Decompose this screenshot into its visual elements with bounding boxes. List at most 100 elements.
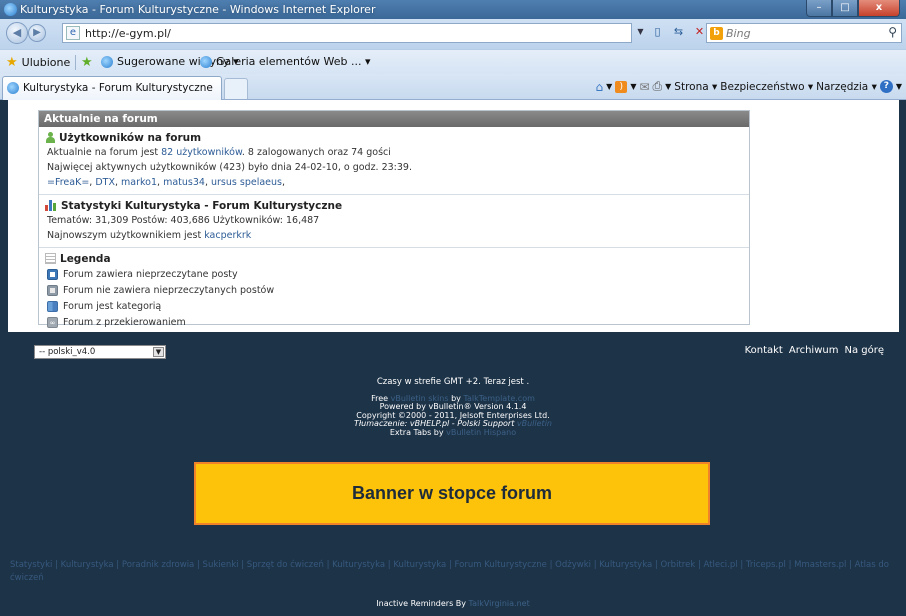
chevron-down-icon[interactable]: ▼	[665, 82, 671, 91]
back-button[interactable]: ◀	[6, 22, 28, 44]
forum-category-icon	[47, 300, 58, 312]
new-tab-button[interactable]	[224, 78, 248, 99]
mail-icon[interactable]: ✉	[639, 80, 649, 94]
newest-member-link[interactable]: kacperkrk	[204, 230, 251, 241]
talkvirginia-link[interactable]: TalkVirginia.net	[469, 599, 530, 608]
search-field[interactable]: b Bing ⚲	[706, 23, 902, 43]
forum-new-posts-icon	[47, 268, 58, 280]
chevron-down-icon[interactable]: ▼	[153, 347, 164, 357]
rss-icon[interactable]: )	[615, 80, 628, 93]
users-online-title: Użytkowników na forum	[45, 130, 749, 145]
seo-link[interactable]: Triceps.pl	[746, 560, 786, 570]
users-count-link[interactable]: 82 użytkowników	[161, 147, 242, 158]
online-user-link[interactable]: =FreaK=	[47, 177, 89, 188]
close-button[interactable]: x	[858, 0, 900, 17]
top-link[interactable]: Na górę	[844, 345, 884, 356]
forward-button[interactable]: ▶	[28, 24, 46, 42]
language-value: -- polski_v4.0	[39, 347, 96, 357]
users-record: Najwięcej aktywnych użytkowników (423) b…	[47, 162, 412, 173]
chevron-down-icon[interactable]: ▼	[606, 82, 612, 91]
safety-menu[interactable]: Bezpieczeństwo ▾	[720, 81, 813, 93]
seo-link[interactable]: Kulturystyka	[599, 560, 652, 570]
online-user-link[interactable]: marko1	[121, 177, 157, 188]
seo-link[interactable]: Forum Kulturystyczne	[455, 560, 547, 570]
statistics-heading: Statystyki Kulturystyka - Forum Kulturys…	[61, 199, 343, 212]
compatibility-view-icon[interactable]: ▯	[649, 24, 666, 41]
legend-title: Legenda	[45, 251, 749, 266]
print-icon[interactable]: ⎙	[653, 79, 663, 94]
newest-member-prefix: Najnowszym użytkownikiem jest	[47, 230, 205, 241]
whats-going-on-panel: Aktualnie na forum Użytkowników na forum…	[38, 110, 750, 328]
statistics-counts: Tematów: 31,309 Postów: 403,686 Użytkown…	[47, 215, 320, 226]
statistics-section: Statystyki Kulturystyka - Forum Kulturys…	[39, 195, 749, 248]
tab-active[interactable]: Kulturystyka - Forum Kulturystyczne	[2, 76, 222, 100]
ie-page-icon	[7, 82, 19, 94]
online-users-list: =FreaK=, DTX, marko1, matus34, ursus spe…	[47, 177, 285, 188]
address-field[interactable]: e http://e-gym.pl/	[62, 23, 632, 43]
vbulletin-hispano-link[interactable]: vBulletin Hispano	[446, 428, 516, 437]
add-favorites-button[interactable]: ★	[81, 55, 93, 70]
seo-link[interactable]: Kulturystyka	[332, 560, 385, 570]
users-online-section: Użytkowników na forum Aktualnie na forum…	[39, 127, 749, 195]
url-text: http://e-gym.pl/	[85, 27, 171, 40]
window-title: Kulturystyka - Forum Kulturystyczne - Wi…	[20, 3, 376, 16]
archive-link[interactable]: Archiwum	[789, 345, 839, 356]
legend-item: Forum jest kategorią	[45, 298, 749, 314]
star-icon: ★	[6, 55, 18, 70]
help-icon[interactable]: ?	[879, 80, 893, 93]
page-content: Aktualnie na forum Użytkowników na forum…	[0, 100, 906, 616]
forum-no-new-posts-icon	[47, 284, 58, 296]
minimize-button[interactable]: –	[806, 0, 832, 17]
online-user-link[interactable]: matus34	[163, 177, 205, 188]
language-select[interactable]: -- polski_v4.0 ▼	[34, 345, 166, 359]
contact-link[interactable]: Kontakt	[745, 345, 783, 356]
tools-menu[interactable]: Narzędzia ▾	[816, 81, 877, 93]
legend-item: ∞ Forum z przekierowaniem	[45, 314, 749, 330]
legend-label: Forum nie zawiera nieprzeczytanych postó…	[63, 284, 275, 296]
seo-link[interactable]: Statystyki	[10, 560, 52, 570]
online-user-link[interactable]: DTX	[95, 177, 115, 188]
footer-bar: -- polski_v4.0 ▼ Kontakt Archiwum Na gór…	[30, 341, 888, 362]
newest-member: Najnowszym użytkownikiem jest kacperkrk	[45, 228, 749, 243]
seo-link[interactable]: Sukienki	[203, 560, 239, 570]
seo-link[interactable]: Mmasters.pl	[794, 560, 846, 570]
users-icon	[45, 132, 55, 143]
seo-link[interactable]: Sprzęt do ćwiczeń	[247, 560, 324, 570]
seo-links: Statystyki | Kulturystyka | Poradnik zdr…	[10, 560, 889, 583]
page-menu[interactable]: Strona ▾	[674, 81, 717, 93]
maximize-button[interactable]: □	[832, 0, 858, 17]
seo-link[interactable]: Kulturystyka	[61, 560, 114, 570]
search-icon[interactable]: ⚲	[888, 25, 897, 39]
inactive-label: Inactive Reminders By	[376, 599, 469, 608]
seo-link[interactable]: Poradnik zdrowia	[122, 560, 194, 570]
chart-icon	[45, 200, 57, 211]
extra-tabs-credit: Extra Tabs by vBulletin Hispano	[0, 428, 906, 438]
chevron-down-icon[interactable]: ▼	[896, 82, 902, 91]
favorites-label: Ulubione	[21, 56, 71, 69]
refresh-icon[interactable]: ⇆	[670, 24, 687, 41]
address-tools: ▼ ▯ ⇆ ✕	[636, 24, 708, 41]
add-favorite-icon: ★	[81, 55, 93, 70]
home-icon[interactable]: ⌂	[596, 80, 604, 94]
footer-banner[interactable]: Banner w stopce forum	[194, 462, 710, 525]
seo-link[interactable]: Orbitrek	[660, 560, 695, 570]
legend-section: Legenda Forum zawiera nieprzeczytane pos…	[39, 248, 749, 334]
seo-link[interactable]: Odżywki	[555, 560, 591, 570]
seo-link[interactable]: Atleci.pl	[704, 560, 738, 570]
chevron-down-icon[interactable]: ▼	[630, 82, 636, 91]
users-online-count: Aktualnie na forum jest 82 użytkowników.…	[45, 145, 749, 160]
users-online-heading: Użytkowników na forum	[59, 131, 202, 144]
legend-label: Forum jest kategorią	[63, 300, 162, 312]
legend-label: Forum zawiera nieprzeczytane posty	[63, 268, 238, 280]
credits: Czasy w strefie GMT +2. Teraz jest . Fre…	[0, 378, 906, 437]
online-user-link[interactable]: ursus spelaeus	[211, 177, 282, 188]
favorites-bar: ★ Ulubione ★ Sugerowane witryny ▾ Galeri…	[0, 49, 906, 74]
vbulletin-link[interactable]: vBulletin	[517, 419, 552, 428]
seo-link[interactable]: Kulturystyka	[393, 560, 446, 570]
legend-item: Forum zawiera nieprzeczytane posty	[45, 266, 749, 282]
favorites-button[interactable]: ★ Ulubione	[6, 55, 70, 70]
legend-label: Forum z przekierowaniem	[63, 316, 186, 328]
window-controls: – □ x	[806, 0, 900, 17]
web-slice-gallery-link[interactable]: Galeria elementów Web ... ▾	[200, 55, 370, 68]
address-dropdown-icon[interactable]: ▼	[636, 24, 645, 41]
